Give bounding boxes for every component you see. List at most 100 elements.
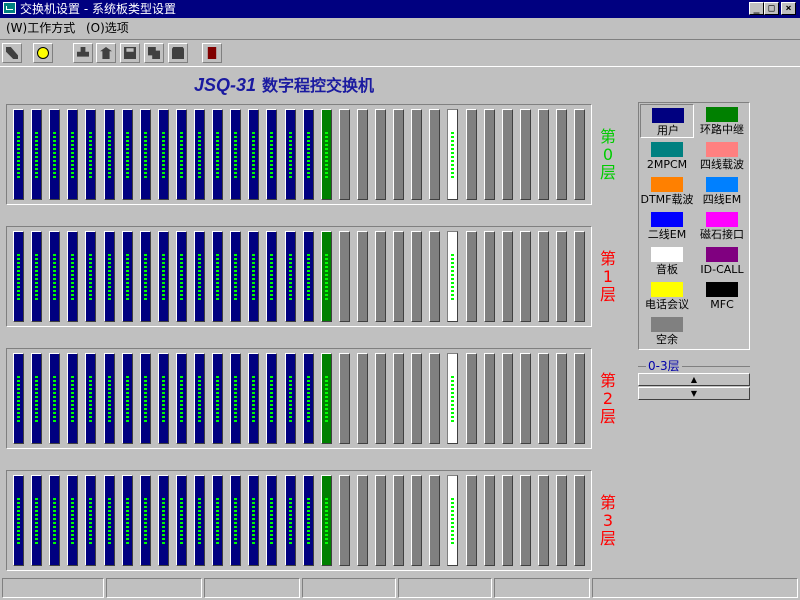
slot-user[interactable] (285, 109, 296, 200)
slot-user[interactable] (176, 109, 187, 200)
slot-empty[interactable] (393, 475, 404, 566)
layer-up-button[interactable]: ▲ (638, 373, 750, 386)
slot-user[interactable] (104, 109, 115, 200)
slot-user[interactable] (230, 231, 241, 322)
slot-empty[interactable] (538, 109, 549, 200)
slot-user[interactable] (104, 231, 115, 322)
slot-empty[interactable] (574, 353, 585, 444)
slot-empty[interactable] (466, 475, 477, 566)
slot-empty[interactable] (375, 475, 386, 566)
slot-empty[interactable] (339, 231, 350, 322)
board-type-option[interactable]: 环路中继 (695, 104, 749, 138)
slot-user[interactable] (85, 231, 96, 322)
slot-empty[interactable] (502, 231, 513, 322)
slot-user[interactable] (122, 475, 133, 566)
slot-user[interactable] (212, 109, 223, 200)
layer-down-button[interactable]: ▼ (638, 387, 750, 400)
slot-empty[interactable] (339, 353, 350, 444)
board-type-option[interactable]: 二线EM (640, 209, 694, 243)
slot-user[interactable] (31, 231, 42, 322)
slot-empty[interactable] (556, 109, 567, 200)
slot-user[interactable] (266, 231, 277, 322)
slot-tone[interactable] (447, 353, 458, 444)
slot-user[interactable] (49, 353, 60, 444)
slot-empty[interactable] (393, 353, 404, 444)
slot-user[interactable] (212, 353, 223, 444)
slot-user[interactable] (266, 475, 277, 566)
slot-user[interactable] (67, 353, 78, 444)
board-type-option[interactable]: 音板 (640, 244, 694, 278)
menu-work-mode[interactable]: (W)工作方式 (6, 20, 75, 36)
slot-user[interactable] (266, 353, 277, 444)
slot-empty[interactable] (375, 109, 386, 200)
slot-user[interactable] (67, 475, 78, 566)
slot-user[interactable] (212, 231, 223, 322)
board-type-option[interactable]: 四线载波 (695, 139, 749, 173)
slot-user[interactable] (49, 109, 60, 200)
slot-user[interactable] (158, 353, 169, 444)
slot-user[interactable] (122, 231, 133, 322)
board-type-option[interactable]: 四线EM (695, 174, 749, 208)
maximize-button[interactable]: □ (764, 2, 779, 15)
slot-empty[interactable] (502, 353, 513, 444)
slot-trunk[interactable] (321, 109, 332, 200)
slot-empty[interactable] (484, 231, 495, 322)
slot-empty[interactable] (357, 353, 368, 444)
slot-trunk[interactable] (321, 231, 332, 322)
slot-empty[interactable] (574, 231, 585, 322)
slot-empty[interactable] (466, 231, 477, 322)
board-type-option[interactable]: ID-CALL (695, 244, 749, 278)
slot-user[interactable] (248, 231, 259, 322)
minimize-button[interactable]: _ (749, 2, 764, 15)
slot-user[interactable] (212, 475, 223, 566)
slot-user[interactable] (285, 231, 296, 322)
slot-empty[interactable] (538, 475, 549, 566)
slot-user[interactable] (158, 109, 169, 200)
close-button[interactable]: × (781, 2, 796, 15)
slot-empty[interactable] (520, 353, 531, 444)
slot-tone[interactable] (447, 109, 458, 200)
slot-empty[interactable] (393, 109, 404, 200)
slot-user[interactable] (285, 353, 296, 444)
slot-empty[interactable] (556, 475, 567, 566)
slot-empty[interactable] (466, 109, 477, 200)
slot-user[interactable] (67, 231, 78, 322)
slot-user[interactable] (122, 353, 133, 444)
slot-tone[interactable] (447, 231, 458, 322)
slot-empty[interactable] (556, 231, 567, 322)
slot-empty[interactable] (429, 353, 440, 444)
slot-empty[interactable] (502, 475, 513, 566)
slot-empty[interactable] (502, 109, 513, 200)
slot-user[interactable] (248, 475, 259, 566)
slot-empty[interactable] (411, 353, 422, 444)
slot-empty[interactable] (339, 109, 350, 200)
slot-empty[interactable] (574, 109, 585, 200)
slot-empty[interactable] (484, 353, 495, 444)
slot-user[interactable] (85, 475, 96, 566)
slot-user[interactable] (194, 353, 205, 444)
slot-trunk[interactable] (321, 475, 332, 566)
slot-user[interactable] (303, 353, 314, 444)
slot-empty[interactable] (520, 231, 531, 322)
slot-user[interactable] (248, 353, 259, 444)
print-button[interactable] (73, 43, 93, 63)
slot-empty[interactable] (375, 353, 386, 444)
slot-user[interactable] (158, 231, 169, 322)
slot-empty[interactable] (393, 231, 404, 322)
slot-empty[interactable] (339, 475, 350, 566)
slot-user[interactable] (194, 475, 205, 566)
slot-empty[interactable] (484, 109, 495, 200)
slot-user[interactable] (140, 475, 151, 566)
slot-trunk[interactable] (321, 353, 332, 444)
slot-empty[interactable] (556, 353, 567, 444)
slot-user[interactable] (266, 109, 277, 200)
slot-empty[interactable] (520, 109, 531, 200)
slot-user[interactable] (194, 231, 205, 322)
slot-empty[interactable] (411, 231, 422, 322)
slot-user[interactable] (104, 475, 115, 566)
slot-user[interactable] (230, 353, 241, 444)
network-button[interactable] (96, 43, 116, 63)
copy-button[interactable] (144, 43, 164, 63)
exit-button[interactable] (202, 43, 222, 63)
slot-empty[interactable] (520, 475, 531, 566)
